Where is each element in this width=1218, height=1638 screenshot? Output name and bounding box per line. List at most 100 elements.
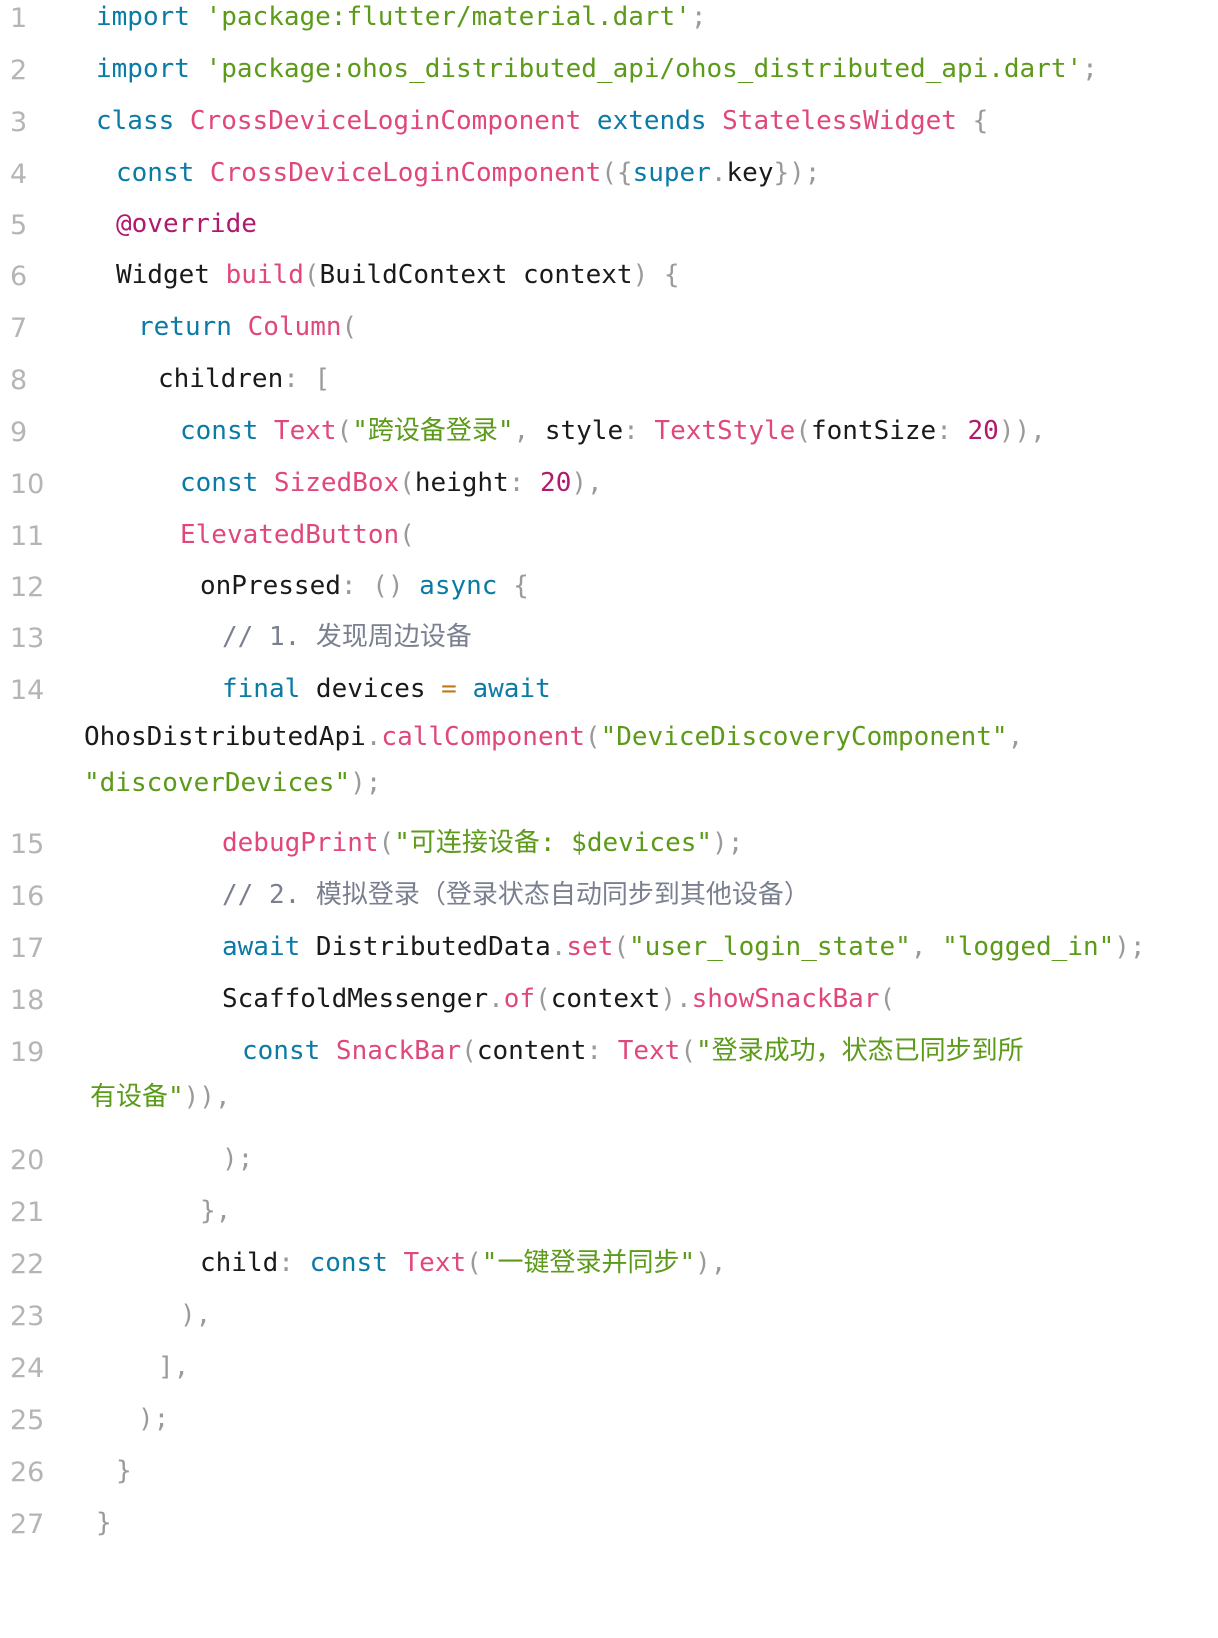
line-number: 5: [10, 210, 28, 241]
code-token: 'package:flutter/material.dart': [205, 2, 691, 32]
code-token: "登录成功，状态已同步到所: [695, 1036, 1024, 1066]
code-token: )),: [998, 416, 1046, 446]
code-token: content: [476, 1036, 587, 1066]
code-line: "discoverDevices");: [0, 760, 1218, 814]
code-token: :: [508, 468, 541, 498]
code-token: Widget: [116, 260, 226, 290]
line-number: 3: [10, 107, 28, 138]
code-line: 21},: [0, 1188, 1218, 1242]
code-text: );: [138, 1396, 1218, 1442]
code-token: style: [544, 416, 624, 446]
line-number: 4: [10, 159, 28, 190]
code-text: 有设备")),: [90, 1074, 1210, 1120]
code-token: CrossDeviceLoginComponent: [189, 106, 597, 136]
line-number: 6: [10, 261, 28, 292]
code-token: callComponent: [381, 722, 585, 752]
code-text: const CrossDeviceLoginComponent({super.k…: [116, 150, 1218, 196]
code-token: }: [116, 1456, 132, 1486]
code-token: :: [278, 1248, 310, 1278]
code-text: }: [116, 1448, 1218, 1494]
code-line: 17 await DistributedData.set("user_login_…: [0, 924, 1218, 978]
code-token: ),: [695, 1248, 727, 1278]
code-text: @override: [116, 201, 1218, 247]
line-number: 12: [10, 572, 45, 603]
code-line: 23),: [0, 1292, 1218, 1346]
code-token: "跨设备登录": [352, 416, 514, 446]
line-number: 22: [10, 1249, 45, 1280]
code-token: ,: [910, 932, 943, 962]
line-number: 17: [10, 933, 45, 964]
code-token: "logged_in": [942, 932, 1115, 962]
code-text: class CrossDeviceLoginComponent extends …: [96, 98, 1216, 144]
code-token: ;: [690, 2, 707, 32]
code-token: );: [350, 768, 382, 798]
code-text: await DistributedData.set("user_login_st…: [222, 924, 1218, 970]
code-text: const SnackBar(content: Text("登录成功，状态已同步…: [242, 1028, 1218, 1074]
code-text: const Text("跨设备登录", style: TextStyle(fon…: [180, 408, 1218, 454]
line-number: 8: [10, 365, 28, 396]
code-text: const SizedBox(height: 20),: [180, 460, 1218, 506]
code-token: 有设备": [90, 1082, 184, 1112]
code-text: final devices = await: [222, 666, 1218, 712]
code-editor: 1 import 'package:flutter/material.dart';…: [0, 0, 1218, 1638]
line-number: 9: [10, 417, 28, 448]
code-token: {: [972, 106, 989, 136]
code-token: : (): [340, 571, 420, 601]
code-token: Text: [273, 416, 337, 446]
code-token: "discoverDevices": [84, 768, 351, 798]
code-line: 12 onPressed: () async {: [0, 563, 1218, 617]
code-token: DistributedData: [315, 932, 551, 962]
code-token: CrossDeviceLoginComponent: [209, 158, 602, 188]
code-token: Column: [247, 312, 342, 342]
line-number: 20: [10, 1145, 45, 1176]
code-token: StatelessWidget: [722, 106, 973, 136]
code-text: import 'package:ohos_distributed_api/oho…: [96, 46, 1216, 92]
code-line: 26}: [0, 1448, 1218, 1502]
code-token: });: [773, 158, 821, 188]
code-token: async: [419, 571, 514, 601]
code-line: 11 ElevatedButton(: [0, 512, 1218, 566]
code-token: "DeviceDiscoveryComponent": [600, 722, 1008, 752]
code-token: (: [466, 1248, 482, 1278]
code-token: const: [116, 158, 210, 188]
code-text: onPressed: () async {: [200, 563, 1218, 609]
line-number: 26: [10, 1457, 45, 1488]
code-token: const: [180, 416, 274, 446]
line-number: 27: [10, 1509, 45, 1540]
code-line: 15 debugPrint("可连接设备: $devices");: [0, 820, 1218, 874]
code-token: :: [623, 416, 655, 446]
code-token: final: [222, 674, 316, 704]
code-token: devices: [315, 674, 442, 704]
code-token: )),: [183, 1082, 231, 1112]
code-token: set: [566, 932, 614, 962]
code-line: 9 const Text("跨设备登录", style: TextStyle(fo…: [0, 408, 1218, 462]
code-text: debugPrint("可连接设备: $devices");: [222, 820, 1218, 866]
code-token: }: [96, 1508, 112, 1538]
code-line: 16 // 2. 模拟登录（登录状态自动同步到其他设备）: [0, 872, 1218, 926]
line-number: 25: [10, 1405, 45, 1436]
code-token: (: [461, 1036, 477, 1066]
line-number: 19: [10, 1037, 45, 1068]
code-line: 25);: [0, 1396, 1218, 1450]
code-token: import: [96, 54, 206, 84]
code-line: 5 @override: [0, 201, 1218, 255]
code-token: SizedBox: [273, 468, 400, 498]
code-line: 7 return Column(: [0, 304, 1218, 358]
code-line: 4 const CrossDeviceLoginComponent({super.…: [0, 150, 1218, 204]
code-token: (: [399, 468, 415, 498]
code-token: {: [513, 571, 529, 601]
code-text: child: const Text("一键登录并同步"),: [200, 1240, 1218, 1286]
code-line: 22 child: const Text("一键登录并同步"),: [0, 1240, 1218, 1294]
code-token: (: [535, 984, 551, 1014]
code-token: .: [710, 158, 727, 188]
code-text: import 'package:flutter/material.dart';: [96, 0, 1216, 40]
code-text: Widget build(BuildContext context) {: [116, 252, 1218, 298]
line-number: 23: [10, 1301, 45, 1332]
code-token: import: [96, 2, 206, 32]
code-token: );: [712, 828, 744, 858]
code-line: 10 const SizedBox(height: 20),: [0, 460, 1218, 514]
line-number: 13: [10, 623, 45, 654]
code-token: height: [414, 468, 509, 498]
code-text: );: [222, 1136, 1218, 1182]
code-text: OhosDistributedApi.callComponent("Device…: [84, 714, 1204, 760]
